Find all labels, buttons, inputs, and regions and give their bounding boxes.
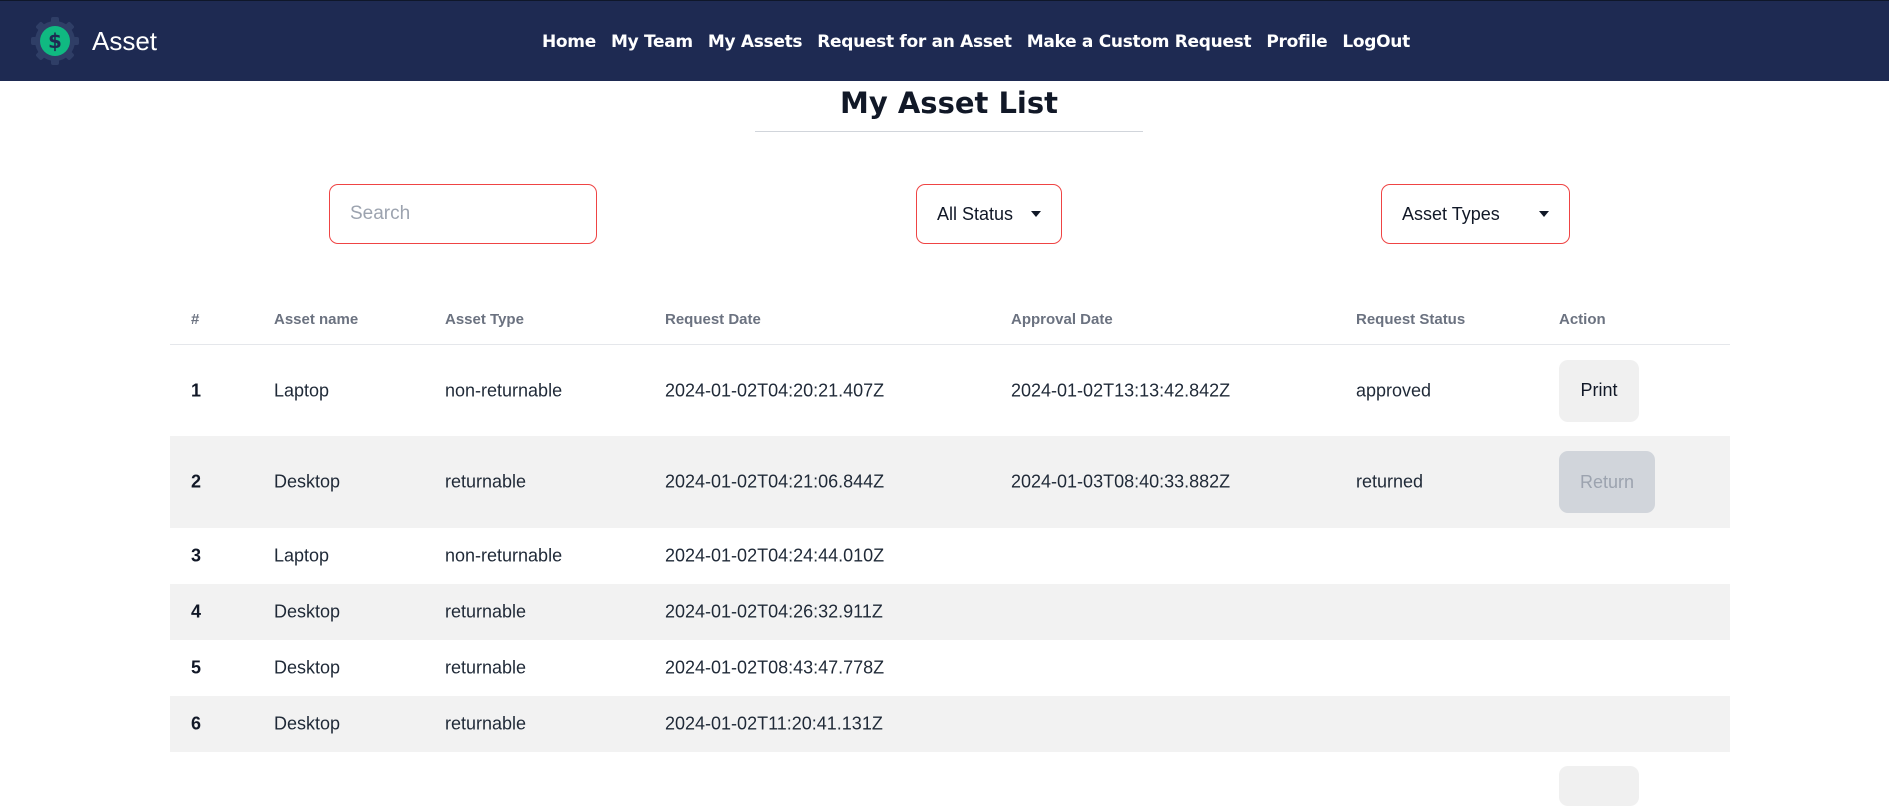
table-row: 5 Desktop returnable 2024-01-02T08:43:47… [170, 640, 1730, 696]
asset-name: Desktop [274, 657, 341, 678]
search-input[interactable] [329, 184, 597, 244]
approval-date: 2024-01-02T13:13:42.842Z [1011, 380, 1231, 400]
request-date: 2024-01-02T04:20:21.407Z [665, 380, 885, 400]
header-action: Action [1559, 311, 1606, 328]
row-index: 6 [191, 713, 202, 734]
nav-link-profile[interactable]: Profile [1266, 32, 1327, 52]
request-date: 2024-01-02T08:43:47.778Z [665, 657, 885, 678]
navbar: $ Asset Home My Team My Assets Request f… [0, 0, 1889, 81]
status-select[interactable]: All Status [916, 184, 1062, 244]
nav-link-logout[interactable]: LogOut [1342, 32, 1410, 52]
row-index: 1 [191, 380, 202, 400]
brand[interactable]: $ Asset [29, 15, 157, 67]
nav-link-home[interactable]: Home [542, 32, 596, 52]
brand-name: Asset [92, 25, 158, 56]
table-header: # Asset name Asset Type Request Date App… [170, 296, 1730, 345]
request-status: returned [1356, 471, 1424, 492]
asset-type-select[interactable]: Asset Types [1381, 184, 1570, 244]
table-row: 3 Laptop non-returnable 2024-01-02T04:24… [170, 528, 1730, 584]
nav-link-my-assets[interactable]: My Assets [708, 32, 803, 52]
asset-type: returnable [445, 713, 527, 734]
dollar-gear-icon: $ [29, 15, 81, 67]
nav-links: Home My Team My Assets Request for an As… [542, 32, 1425, 52]
nav-link-my-team[interactable]: My Team [611, 32, 693, 52]
table-row: 1 Laptop non-returnable 2024-01-02T04:20… [170, 345, 1730, 436]
asset-table: # Asset name Asset Type Request Date App… [170, 296, 1730, 752]
nav-link-request-asset[interactable]: Request for an Asset [817, 32, 1012, 52]
caret-down-icon [1031, 211, 1041, 217]
asset-type: returnable [445, 657, 527, 678]
asset-type: returnable [445, 601, 527, 622]
asset-type-select-value: Asset Types [1402, 203, 1500, 224]
asset-type: non-returnable [445, 545, 563, 566]
asset-type: returnable [445, 471, 527, 492]
status-select-value: All Status [937, 203, 1014, 224]
asset-name: Desktop [274, 713, 341, 734]
request-date: 2024-01-02T04:21:06.844Z [665, 471, 885, 492]
asset-name: Laptop [274, 380, 330, 400]
table-row: 2 Desktop returnable 2024-01-02T04:21:06… [170, 436, 1730, 528]
header-request-status: Request Status [1356, 311, 1466, 328]
svg-text:$: $ [48, 29, 62, 53]
return-button[interactable]: Return [1559, 451, 1655, 513]
request-date: 2024-01-02T04:24:44.010Z [665, 545, 885, 566]
request-date: 2024-01-02T11:20:41.131Z [665, 713, 883, 734]
request-date: 2024-01-02T04:26:32.911Z [665, 601, 883, 622]
row-index: 3 [191, 545, 202, 566]
caret-down-icon [1539, 211, 1549, 217]
next-row-button-partial [1559, 766, 1639, 806]
table-row: 6 Desktop returnable 2024-01-02T11:20:41… [170, 696, 1730, 752]
row-index: 2 [191, 471, 202, 492]
header-request-date: Request Date [665, 311, 761, 328]
request-status: approved [1356, 380, 1432, 400]
print-button[interactable]: Print [1559, 359, 1639, 422]
header-approval-date: Approval Date [1011, 311, 1113, 328]
asset-name: Desktop [274, 601, 341, 622]
asset-name: Laptop [274, 545, 330, 566]
nav-link-custom-request[interactable]: Make a Custom Request [1027, 32, 1252, 52]
page-title: My Asset List [755, 82, 1143, 132]
row-index: 5 [191, 657, 202, 678]
header-asset-type: Asset Type [445, 311, 524, 328]
row-index: 4 [191, 601, 202, 622]
table-row: 4 Desktop returnable 2024-01-02T04:26:32… [170, 584, 1730, 640]
asset-type: non-returnable [445, 380, 563, 400]
header-asset-name: Asset name [274, 311, 359, 328]
asset-name: Desktop [274, 471, 341, 492]
approval-date: 2024-01-03T08:40:33.882Z [1011, 471, 1231, 492]
header-index: # [191, 311, 200, 328]
